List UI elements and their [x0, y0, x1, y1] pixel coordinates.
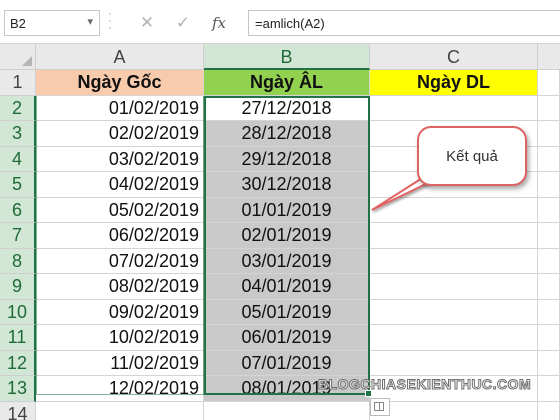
cell-a10[interactable]: 09/02/2019: [36, 299, 204, 325]
cell-b10[interactable]: 05/01/2019: [204, 299, 370, 325]
cell-d12[interactable]: [538, 350, 560, 376]
cell-a6[interactable]: 05/02/2019: [36, 197, 204, 223]
formula-bar: B2 ▾ · · · ✕ ✓ fx =amlich(A2): [0, 0, 560, 44]
formula-text: =amlich(A2): [255, 16, 325, 31]
row-header-11[interactable]: 11: [0, 325, 36, 351]
cell-b6[interactable]: 01/01/2019: [204, 197, 370, 223]
cell-d9[interactable]: [538, 274, 560, 300]
cell-a7[interactable]: 06/02/2019: [36, 223, 204, 249]
chevron-down-icon[interactable]: ▾: [87, 15, 93, 28]
insert-function-button[interactable]: fx: [208, 12, 230, 34]
cell-c14[interactable]: [370, 401, 538, 420]
cell-d3[interactable]: [538, 121, 560, 147]
row-header-2[interactable]: 2: [0, 95, 36, 121]
close-icon[interactable]: ✕: [136, 12, 158, 34]
cell-d5[interactable]: [538, 172, 560, 198]
row-header-1[interactable]: 1: [0, 70, 36, 96]
cell-d8[interactable]: [538, 248, 560, 274]
header-cell-b[interactable]: Ngày ÂL: [204, 70, 370, 96]
cell-d7[interactable]: [538, 223, 560, 249]
callout-text: Kết quả: [446, 148, 498, 165]
cell-d13[interactable]: [538, 376, 560, 402]
cell-a5[interactable]: 04/02/2019: [36, 172, 204, 198]
cell-b7[interactable]: 02/01/2019: [204, 223, 370, 249]
cell-a4[interactable]: 03/02/2019: [36, 146, 204, 172]
row-header-8[interactable]: 8: [0, 248, 36, 274]
cell-c6[interactable]: [370, 197, 538, 223]
cell-a13[interactable]: 12/02/2019: [36, 376, 204, 402]
cell-a3[interactable]: 02/02/2019: [36, 121, 204, 147]
cell-a11[interactable]: 10/02/2019: [36, 325, 204, 351]
cell-d1[interactable]: [538, 70, 560, 96]
cell-d11[interactable]: [538, 325, 560, 351]
formula-input[interactable]: =amlich(A2): [248, 10, 560, 36]
cell-d10[interactable]: [538, 299, 560, 325]
cell-b8[interactable]: 03/01/2019: [204, 248, 370, 274]
row-header-14[interactable]: 14: [0, 401, 36, 420]
cell-a12[interactable]: 11/02/2019: [36, 350, 204, 376]
column-header-b[interactable]: B: [204, 44, 370, 70]
name-box-value: B2: [10, 16, 26, 31]
column-header-a[interactable]: A: [36, 44, 204, 70]
row-header-4[interactable]: 4: [0, 146, 36, 172]
header-cell-a[interactable]: Ngày Gốc: [36, 70, 204, 96]
row-header-10[interactable]: 10: [0, 299, 36, 325]
row-header-5[interactable]: 5: [0, 172, 36, 198]
cell-d6[interactable]: [538, 197, 560, 223]
cell-a14[interactable]: [36, 401, 204, 420]
cell-b12[interactable]: 07/01/2019: [204, 350, 370, 376]
resize-handle[interactable]: · · ·: [108, 9, 114, 35]
cell-b11[interactable]: 06/01/2019: [204, 325, 370, 351]
quick-analysis-icon: [374, 402, 384, 411]
cell-b2[interactable]: 27/12/2018: [204, 95, 370, 121]
column-header-c[interactable]: C: [370, 44, 538, 70]
row-header-3[interactable]: 3: [0, 121, 36, 147]
cell-c12[interactable]: [370, 350, 538, 376]
row-header-7[interactable]: 7: [0, 223, 36, 249]
cell-c8[interactable]: [370, 248, 538, 274]
cell-d14[interactable]: [538, 401, 560, 420]
cell-c7[interactable]: [370, 223, 538, 249]
select-all-icon: [22, 56, 32, 66]
cell-b14[interactable]: [204, 401, 370, 420]
row-header-9[interactable]: 9: [0, 274, 36, 300]
cell-b4[interactable]: 29/12/2018: [204, 146, 370, 172]
name-box[interactable]: B2 ▾: [4, 10, 100, 36]
cell-c11[interactable]: [370, 325, 538, 351]
column-header-d[interactable]: [538, 44, 560, 70]
checkmark-icon[interactable]: ✓: [172, 12, 194, 34]
row-header-6[interactable]: 6: [0, 197, 36, 223]
cell-c9[interactable]: [370, 274, 538, 300]
cell-b9[interactable]: 04/01/2019: [204, 274, 370, 300]
cell-a9[interactable]: 08/02/2019: [36, 274, 204, 300]
cell-c10[interactable]: [370, 299, 538, 325]
cell-c2[interactable]: [370, 95, 538, 121]
result-callout: Kết quả: [417, 126, 527, 186]
row-header-13[interactable]: 13: [0, 376, 36, 402]
cell-d4[interactable]: [538, 146, 560, 172]
cell-b5[interactable]: 30/12/2018: [204, 172, 370, 198]
cell-b3[interactable]: 28/12/2018: [204, 121, 370, 147]
cell-a8[interactable]: 07/02/2019: [36, 248, 204, 274]
row-header-12[interactable]: 12: [0, 350, 36, 376]
cell-a2[interactable]: 01/02/2019: [36, 95, 204, 121]
cell-d2[interactable]: [538, 95, 560, 121]
header-cell-c[interactable]: Ngày DL: [370, 70, 538, 96]
quick-analysis-button[interactable]: [370, 398, 390, 416]
select-all-button[interactable]: [0, 44, 36, 70]
watermark: BLOGCHIASEKIENTHUC.COM: [317, 376, 532, 393]
